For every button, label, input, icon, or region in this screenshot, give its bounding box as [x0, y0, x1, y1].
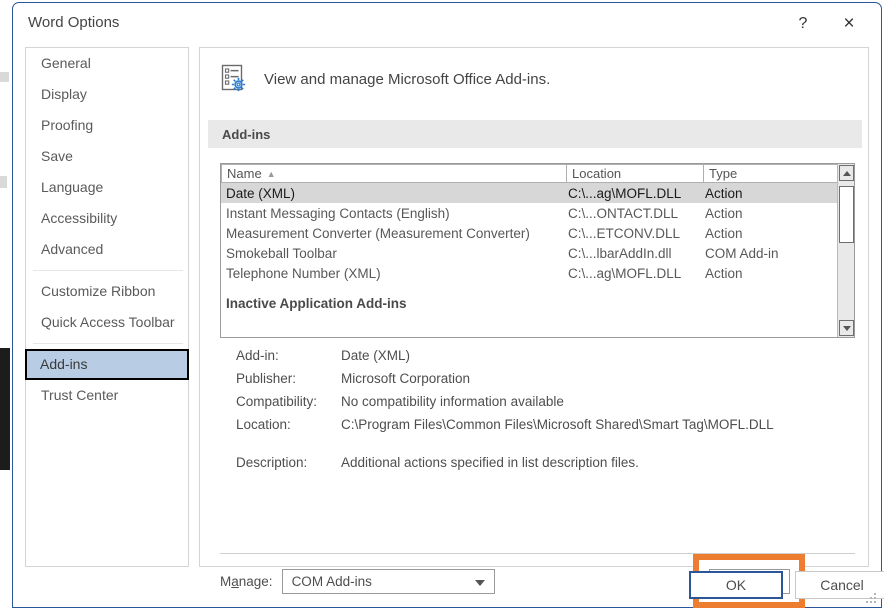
cell-name: Smokeball Toolbar [221, 246, 567, 261]
sidebar-divider [33, 343, 183, 344]
detail-value-addin: Date (XML) [341, 348, 410, 363]
pane-header: View and manage Microsoft Office Add-ins… [218, 62, 550, 96]
table-row[interactable]: Measurement Converter (Measurement Conve… [221, 223, 838, 243]
column-header-name[interactable]: Name ▲ [221, 164, 567, 183]
sidebar-item-proofing[interactable]: Proofing [26, 110, 188, 141]
sidebar-item-display[interactable]: Display [26, 79, 188, 110]
detail-row-description: Description: Additional actions specifie… [236, 455, 836, 478]
detail-row-compatibility: Compatibility: No compatibility informat… [236, 394, 836, 417]
addins-pane: View and manage Microsoft Office Add-ins… [199, 47, 869, 567]
detail-label-compatibility: Compatibility: [236, 394, 341, 409]
detail-row-addin: Add-in: Date (XML) [236, 348, 836, 371]
cell-name: Telephone Number (XML) [221, 266, 567, 281]
list-group-header: Inactive Application Add-ins [221, 293, 838, 315]
scroll-down-triangle [843, 326, 851, 331]
scroll-down-arrow-icon[interactable] [839, 320, 854, 336]
detail-value-publisher: Microsoft Corporation [341, 371, 470, 386]
scroll-up-triangle [843, 171, 851, 176]
cell-name: Date (XML) [221, 186, 567, 201]
cell-location: C:\...ETCONV.DLL [567, 226, 704, 241]
scroll-up-arrow-icon[interactable] [839, 165, 854, 181]
addins-listview[interactable]: Name ▲ Location Type Date (XML) C:\...ag\… [220, 163, 855, 338]
detail-label-description: Description: [236, 455, 341, 470]
cell-location: C:\...lbarAddIn.dll [567, 246, 704, 261]
cell-type: COM Add-in [704, 246, 838, 261]
addin-details: Add-in: Date (XML) Publisher: Microsoft … [236, 348, 836, 478]
options-sidebar: General Display Proofing Save Language A… [25, 47, 189, 567]
detail-spacer [236, 440, 836, 455]
section-title: Add-ins [208, 127, 270, 142]
scrollbar-thumb[interactable] [839, 186, 854, 243]
resize-grip[interactable] [866, 593, 878, 605]
ok-button[interactable]: OK [689, 571, 783, 599]
sidebar-item-add-ins[interactable]: Add-ins [25, 349, 189, 380]
manage-dropdown[interactable]: COM Add-ins [282, 569, 495, 594]
table-row[interactable]: Smokeball Toolbar C:\...lbarAddIn.dll CO… [221, 243, 838, 263]
table-row[interactable]: Date (XML) C:\...ag\MOFL.DLL Action [221, 183, 838, 203]
column-header-name-label: Name [227, 166, 262, 181]
pane-header-text: View and manage Microsoft Office Add-ins… [264, 71, 550, 88]
detail-label-location: Location: [236, 417, 341, 432]
cell-type: Action [704, 226, 838, 241]
listview-scrollbar[interactable] [837, 164, 854, 337]
background-dark-bar [0, 348, 10, 470]
column-header-type[interactable]: Type [704, 164, 838, 183]
sidebar-item-quick-access-toolbar[interactable]: Quick Access Toolbar [26, 307, 188, 338]
manage-row: Manage: COM Add-ins [220, 569, 495, 594]
listview-header: Name ▲ Location Type [221, 164, 854, 183]
sort-ascending-icon: ▲ [267, 166, 276, 183]
sidebar-item-trust-center[interactable]: Trust Center [26, 380, 188, 411]
cell-type: Action [704, 266, 838, 281]
sidebar-item-accessibility[interactable]: Accessibility [26, 203, 188, 234]
addins-document-gear-icon [218, 62, 252, 96]
help-icon[interactable]: ? [787, 9, 819, 39]
background-strip [0, 72, 9, 82]
list-spacer [221, 283, 838, 293]
chevron-down-icon [475, 580, 485, 586]
sidebar-item-language[interactable]: Language [26, 172, 188, 203]
dialog-title: Word Options [28, 14, 119, 31]
sidebar-item-save[interactable]: Save [26, 141, 188, 172]
manage-label: Manage: [220, 574, 273, 589]
close-icon[interactable]: × [833, 9, 865, 39]
detail-row-publisher: Publisher: Microsoft Corporation [236, 371, 836, 394]
cell-location: C:\...ONTACT.DLL [567, 206, 704, 221]
cell-type: Action [704, 206, 838, 221]
column-header-location[interactable]: Location [567, 164, 704, 183]
sidebar-item-customize-ribbon[interactable]: Customize Ribbon [26, 276, 188, 307]
detail-value-compatibility: No compatibility information available [341, 394, 564, 409]
table-row[interactable]: Telephone Number (XML) C:\...ag\MOFL.DLL… [221, 263, 838, 283]
manage-dropdown-value: COM Add-ins [283, 574, 372, 589]
section-band: Add-ins [208, 120, 862, 148]
detail-value-description: Additional actions specified in list des… [341, 455, 639, 470]
dialog-titlebar: Word Options ? × [13, 3, 881, 45]
background-strip [0, 176, 7, 188]
manage-label-accel: a [231, 574, 239, 589]
sidebar-item-general[interactable]: General [26, 48, 188, 79]
cell-location: C:\...ag\MOFL.DLL [567, 186, 704, 201]
cell-location: C:\...ag\MOFL.DLL [567, 266, 704, 281]
manage-label-prefix: M [220, 574, 231, 589]
detail-value-location: C:\Program Files\Common Files\Microsoft … [341, 417, 774, 432]
detail-label-addin: Add-in: [236, 348, 341, 363]
manage-label-suffix: nage: [239, 574, 273, 589]
sidebar-item-advanced[interactable]: Advanced [26, 234, 188, 265]
table-row[interactable]: Instant Messaging Contacts (English) C:\… [221, 203, 838, 223]
cell-type: Action [704, 186, 838, 201]
sidebar-divider [33, 270, 183, 271]
listview-body: Date (XML) C:\...ag\MOFL.DLL Action Inst… [221, 183, 838, 337]
detail-row-location: Location: C:\Program Files\Common Files\… [236, 417, 836, 440]
cell-name: Instant Messaging Contacts (English) [221, 206, 567, 221]
word-options-dialog: Word Options ? × General Display Proofin… [12, 2, 882, 608]
cell-name: Measurement Converter (Measurement Conve… [221, 226, 567, 241]
detail-label-publisher: Publisher: [236, 371, 341, 386]
